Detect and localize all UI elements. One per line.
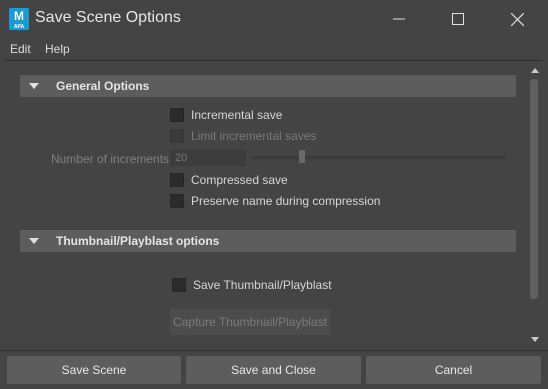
options-panel: General Options Incremental save Limit i… [5,60,543,349]
save-thumbnail-row[interactable]: Save Thumbnail/Playblast [172,278,332,292]
compressed-save-checkbox[interactable] [170,173,184,187]
title-bar: M APA Save Scene Options [0,0,548,38]
save-scene-button[interactable]: Save Scene [7,356,181,384]
save-thumbnail-checkbox[interactable] [172,278,186,292]
window-title: Save Scene Options [35,9,181,26]
cancel-button[interactable]: Cancel [366,356,541,384]
preserve-name-checkbox[interactable] [170,194,184,208]
preserve-name-label: Preserve name during compression [191,194,381,208]
collapse-triangle-icon [29,238,39,244]
preserve-name-row[interactable]: Preserve name during compression [170,194,380,208]
limit-incremental-saves-checkbox [170,129,184,143]
general-options-label: General Options [56,79,150,93]
thumbnail-options-label: Thumbnail/Playblast options [56,234,220,248]
menu-help[interactable]: Help [45,42,70,56]
save-thumbnail-label: Save Thumbnail/Playblast [193,278,332,292]
save-and-close-button[interactable]: Save and Close [186,356,361,384]
incremental-save-label: Incremental save [191,108,283,122]
incremental-save-checkbox[interactable] [170,108,184,122]
dialog-footer: Save Scene Save and Close Cancel [0,350,548,389]
menu-edit[interactable]: Edit [10,42,31,56]
maximize-icon [452,13,464,25]
number-of-increments-slider [251,156,506,159]
number-of-increments-label: Number of increments: [51,152,173,166]
capture-thumbnail-button: Capture Thumbnail/Playblast [170,309,330,335]
collapse-triangle-icon [29,83,39,89]
scroll-up-icon[interactable] [531,68,539,73]
slider-handle [299,150,305,163]
vertical-scrollbar[interactable] [529,65,541,345]
maya-app-icon: M APA [9,8,29,30]
incremental-save-row[interactable]: Incremental save [170,108,282,122]
maximize-button[interactable] [435,0,481,38]
number-of-increments-field: 20 [170,150,246,166]
thumbnail-options-header[interactable]: Thumbnail/Playblast options [20,230,516,252]
compressed-save-row[interactable]: Compressed save [170,173,288,187]
limit-incremental-saves-row: Limit incremental saves [170,129,316,143]
close-button[interactable] [494,0,540,38]
general-options-header[interactable]: General Options [20,75,516,97]
scroll-thumb[interactable] [530,79,538,299]
menu-bar: Edit Help [0,38,548,60]
close-icon [510,12,524,26]
minimize-icon [393,18,405,20]
scroll-down-icon[interactable] [531,337,539,342]
minimize-button[interactable] [376,0,422,38]
limit-incremental-saves-label: Limit incremental saves [191,129,317,143]
compressed-save-label: Compressed save [191,173,288,187]
